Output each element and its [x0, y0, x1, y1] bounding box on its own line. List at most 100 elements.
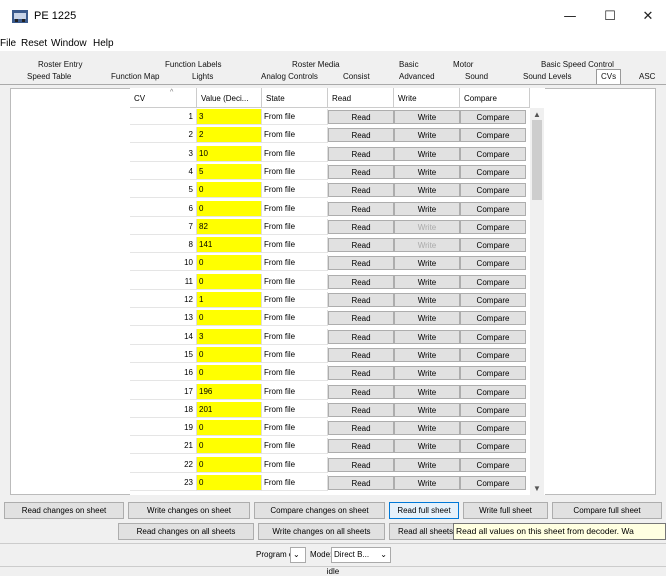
tab-speed-table[interactable]: Speed Table — [27, 72, 71, 81]
compare-cv-button[interactable]: Compare — [460, 347, 526, 362]
write-changes-all-sheets-button[interactable]: Write changes on all sheets — [258, 523, 385, 540]
write-cv-button[interactable]: Write — [394, 402, 460, 417]
cv-value-field[interactable]: 0 — [197, 420, 262, 437]
compare-cv-button[interactable]: Compare — [460, 457, 526, 472]
compare-cv-button[interactable]: Compare — [460, 366, 526, 381]
menu-reset[interactable]: Reset — [21, 38, 47, 49]
close-button[interactable]: ✕ — [638, 8, 658, 26]
cv-value-field[interactable]: 2 — [197, 127, 262, 144]
tab-sound[interactable]: Sound — [465, 72, 488, 81]
header-read[interactable]: Read — [328, 88, 394, 108]
tab-roster-entry[interactable]: Roster Entry — [38, 60, 82, 69]
compare-cv-button[interactable]: Compare — [460, 293, 526, 307]
tab-lights[interactable]: Lights — [192, 72, 213, 81]
write-cv-button[interactable]: Write — [394, 384, 460, 399]
read-cv-button[interactable]: Read — [328, 256, 394, 271]
compare-cv-button[interactable]: Compare — [460, 402, 526, 417]
read-cv-button[interactable]: Read — [328, 238, 394, 253]
cv-value-field[interactable]: 141 — [197, 237, 262, 254]
cv-value-field[interactable]: 82 — [197, 218, 262, 235]
write-cv-button[interactable]: Write — [394, 421, 460, 436]
compare-cv-button[interactable]: Compare — [460, 110, 526, 124]
write-cv-button[interactable]: Write — [394, 457, 460, 472]
read-changes-sheet-button[interactable]: Read changes on sheet — [4, 502, 124, 519]
write-changes-sheet-button[interactable]: Write changes on sheet — [128, 502, 250, 519]
tab-roster-media[interactable]: Roster Media — [292, 60, 340, 69]
compare-cv-button[interactable]: Compare — [460, 439, 526, 454]
compare-changes-sheet-button[interactable]: Compare changes on sheet — [254, 502, 385, 519]
tab-analog-controls[interactable]: Analog Controls — [261, 72, 318, 81]
compare-cv-button[interactable]: Compare — [460, 384, 526, 399]
read-cv-button[interactable]: Read — [328, 183, 394, 198]
read-cv-button[interactable]: Read — [328, 402, 394, 417]
write-cv-button[interactable]: Write — [394, 274, 460, 289]
write-cv-button[interactable]: Write — [394, 183, 460, 198]
read-cv-button[interactable]: Read — [328, 146, 394, 161]
menu-file[interactable]: File — [0, 38, 16, 49]
compare-cv-button[interactable]: Compare — [460, 329, 526, 344]
read-cv-button[interactable]: Read — [328, 439, 394, 454]
tab-consist[interactable]: Consist — [343, 72, 370, 81]
cv-value-field[interactable]: 0 — [197, 182, 262, 199]
table-scrollbar[interactable]: ▲ ▼ — [530, 108, 544, 495]
program-on-select[interactable]: ⌄ — [290, 547, 306, 563]
write-cv-button[interactable]: Write — [394, 201, 460, 216]
write-cv-button[interactable]: Write — [394, 146, 460, 161]
cv-value-field[interactable]: 0 — [197, 475, 262, 491]
scroll-thumb[interactable] — [532, 120, 542, 200]
tab-basic-speed-control[interactable]: Basic Speed Control — [541, 60, 614, 69]
menu-help[interactable]: Help — [93, 38, 114, 49]
cv-value-field[interactable]: 0 — [197, 456, 262, 473]
read-cv-button[interactable]: Read — [328, 421, 394, 436]
cv-value-field[interactable]: 0 — [197, 255, 262, 272]
write-cv-button[interactable]: Write — [394, 128, 460, 143]
tab-function-labels[interactable]: Function Labels — [165, 60, 221, 69]
mode-select[interactable]: Direct B... ⌄ — [331, 547, 391, 563]
tab-asc[interactable]: ASC — [639, 72, 655, 81]
cv-value-field[interactable]: 5 — [197, 163, 262, 180]
read-cv-button[interactable]: Read — [328, 476, 394, 490]
cv-value-field[interactable]: 1 — [197, 292, 262, 308]
compare-cv-button[interactable]: Compare — [460, 128, 526, 143]
tab-sound-levels[interactable]: Sound Levels — [523, 72, 571, 81]
cv-value-field[interactable]: 196 — [197, 383, 262, 400]
read-changes-all-sheets-button[interactable]: Read changes on all sheets — [118, 523, 254, 540]
cv-value-field[interactable]: 0 — [197, 273, 262, 290]
maximize-button[interactable]: ☐ — [600, 8, 620, 26]
header-state[interactable]: State — [262, 88, 328, 108]
compare-cv-button[interactable]: Compare — [460, 183, 526, 198]
scroll-down-icon[interactable]: ▼ — [530, 484, 544, 493]
compare-cv-button[interactable]: Compare — [460, 476, 526, 490]
read-cv-button[interactable]: Read — [328, 293, 394, 307]
cv-value-field[interactable]: 3 — [197, 109, 262, 125]
cv-value-field[interactable]: 0 — [197, 346, 262, 363]
tab-cvs[interactable]: CVs — [596, 69, 622, 84]
header-value[interactable]: Value (Deci... — [197, 88, 262, 108]
write-cv-button[interactable]: Write — [394, 164, 460, 179]
read-cv-button[interactable]: Read — [328, 347, 394, 362]
read-cv-button[interactable]: Read — [328, 128, 394, 143]
write-cv-button[interactable]: Write — [394, 329, 460, 344]
scroll-up-icon[interactable]: ▲ — [530, 110, 544, 119]
menu-window[interactable]: Window — [51, 38, 87, 49]
cv-value-field[interactable]: 10 — [197, 145, 262, 162]
compare-cv-button[interactable]: Compare — [460, 201, 526, 216]
read-cv-button[interactable]: Read — [328, 457, 394, 472]
tab-advanced[interactable]: Advanced — [399, 72, 435, 81]
compare-cv-button[interactable]: Compare — [460, 421, 526, 436]
tab-basic[interactable]: Basic — [399, 60, 419, 69]
header-compare[interactable]: Compare — [460, 88, 530, 108]
read-full-sheet-button[interactable]: Read full sheet — [389, 502, 459, 519]
cv-value-field[interactable]: 0 — [197, 310, 262, 327]
read-all-sheets-button[interactable]: Read all sheets — [389, 523, 455, 540]
write-cv-button[interactable]: Write — [394, 476, 460, 490]
cv-value-field[interactable]: 3 — [197, 328, 262, 345]
header-cv[interactable]: CV — [130, 88, 197, 108]
read-cv-button[interactable]: Read — [328, 219, 394, 234]
read-cv-button[interactable]: Read — [328, 384, 394, 399]
compare-cv-button[interactable]: Compare — [460, 146, 526, 161]
cv-value-field[interactable]: 201 — [197, 401, 262, 418]
read-cv-button[interactable]: Read — [328, 201, 394, 216]
write-cv-button[interactable]: Write — [394, 347, 460, 362]
compare-cv-button[interactable]: Compare — [460, 311, 526, 326]
